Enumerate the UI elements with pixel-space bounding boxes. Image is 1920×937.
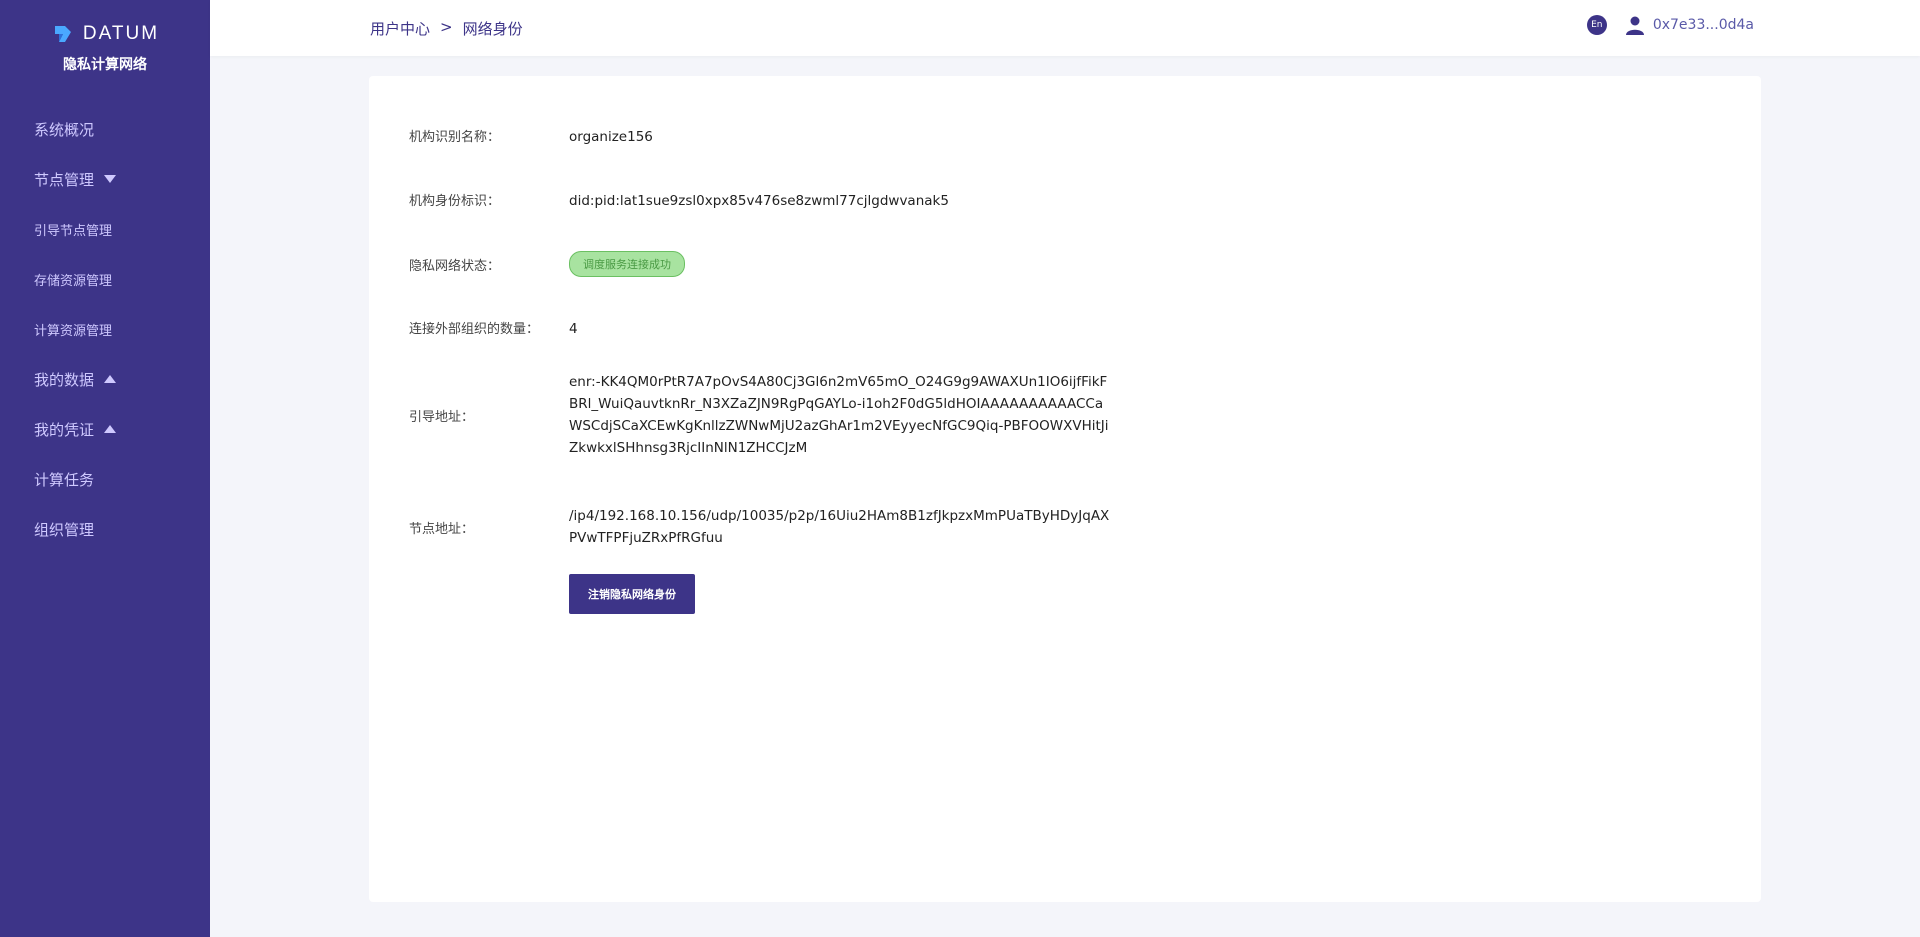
identity-card: 机构识别名称： organize156 机构身份标识： did:pid:lat1… — [369, 76, 1761, 902]
sidebar-item-label: 引导节点管理 — [34, 223, 113, 239]
revoke-identity-button[interactable]: 注销隐私网络身份 — [569, 574, 695, 614]
logo-subtitle: 隐私计算网络 — [63, 57, 147, 73]
sidebar-item-my-data[interactable]: 我的数据 — [0, 354, 210, 404]
external-orgs-label: 连接外部组织的数量： — [409, 322, 540, 337]
bootstrap-address: enr:-KK4QM0rPtR7A7pOvS4A80Cj3Gl6n2mV65mO… — [569, 374, 1109, 456]
sidebar-item-label: 计算资源管理 — [34, 323, 113, 339]
datum-logo-icon — [54, 26, 71, 42]
network-status-label: 隐私网络状态： — [409, 258, 501, 274]
caret-down-icon — [104, 175, 117, 183]
sidebar-item-label: 系统概况 — [34, 120, 95, 139]
sidebar-item-overview[interactable]: 系统概况 — [0, 104, 210, 154]
node-address-row: 节点地址： /ip4/192.168.10.156/udp/10035/p2p/… — [409, 505, 1114, 549]
top-header: 用户中心 > 网络身份 En 0x7e33...0d4a — [210, 0, 1920, 56]
sidebar-item-compute-tasks[interactable]: 计算任务 — [0, 454, 210, 504]
org-id-value: did:pid:lat1sue9zsl0xpx85v476se8zwml77cj… — [569, 193, 949, 209]
header-actions: En 0x7e33...0d4a — [1586, 15, 1754, 35]
network-status-row: 隐私网络状态： 调度服务连接成功 — [409, 251, 685, 277]
node-address: /ip4/192.168.10.156/udp/10035/p2p/16Uiu2… — [569, 508, 1110, 546]
bootstrap-label: 引导地址： — [409, 409, 475, 425]
network-status-badge: 调度服务连接成功 — [569, 251, 685, 277]
sidebar-item-storage-resources[interactable]: 存储资源管理 — [0, 254, 210, 304]
sidebar: DATUM 隐私计算网络 系统概况 节点管理 引导节点管理 存储资源管理 计算资… — [0, 0, 210, 937]
sidebar-item-bootstrap-nodes[interactable]: 引导节点管理 — [0, 204, 210, 254]
sidebar-item-label: 我的数据 — [34, 370, 95, 389]
sidebar-item-label: 组织管理 — [34, 520, 95, 539]
logo[interactable]: DATUM — [0, 0, 210, 46]
sidebar-item-my-credentials[interactable]: 我的凭证 — [0, 404, 210, 454]
breadcrumb-parent[interactable]: 用户中心 — [370, 18, 430, 39]
sidebar-item-node-management[interactable]: 节点管理 — [0, 154, 210, 204]
logo-text: DATUM — [82, 23, 160, 44]
org-name-value: organize156 — [569, 129, 653, 145]
node-address-label: 节点地址： — [409, 521, 475, 537]
user-menu[interactable]: 0x7e33...0d4a — [1625, 15, 1754, 35]
breadcrumb: 用户中心 > 网络身份 — [370, 18, 523, 39]
external-orgs-row: 连接外部组织的数量： 4 — [409, 318, 578, 340]
breadcrumb-separator: > — [440, 18, 453, 36]
sidebar-item-label: 计算任务 — [34, 470, 95, 489]
bootstrap-row: 引导地址： enr:-KK4QM0rPtR7A7pOvS4A80Cj3Gl6n2… — [409, 371, 1114, 459]
sidebar-item-label: 我的凭证 — [34, 420, 95, 439]
user-address: 0x7e33...0d4a — [1652, 17, 1754, 33]
sidebar-item-label: 存储资源管理 — [34, 273, 113, 289]
user-icon — [1625, 16, 1644, 35]
external-orgs-value: 4 — [569, 321, 578, 337]
org-name-row: 机构识别名称： organize156 — [409, 126, 653, 148]
caret-up-icon — [104, 375, 117, 383]
sidebar-item-label: 节点管理 — [34, 170, 95, 189]
org-id-label: 机构身份标识： — [409, 194, 501, 209]
language-toggle[interactable]: En — [1586, 15, 1607, 35]
caret-up-icon — [104, 425, 117, 433]
org-id-row: 机构身份标识： did:pid:lat1sue9zsl0xpx85v476se8… — [409, 190, 949, 212]
sidebar-item-compute-resources[interactable]: 计算资源管理 — [0, 304, 210, 354]
breadcrumb-current: 网络身份 — [462, 20, 523, 38]
org-name-label: 机构识别名称： — [409, 130, 501, 145]
sidebar-nav: 系统概况 节点管理 引导节点管理 存储资源管理 计算资源管理 我的数据 我的凭证… — [0, 104, 210, 554]
sidebar-item-org-management[interactable]: 组织管理 — [0, 504, 210, 554]
